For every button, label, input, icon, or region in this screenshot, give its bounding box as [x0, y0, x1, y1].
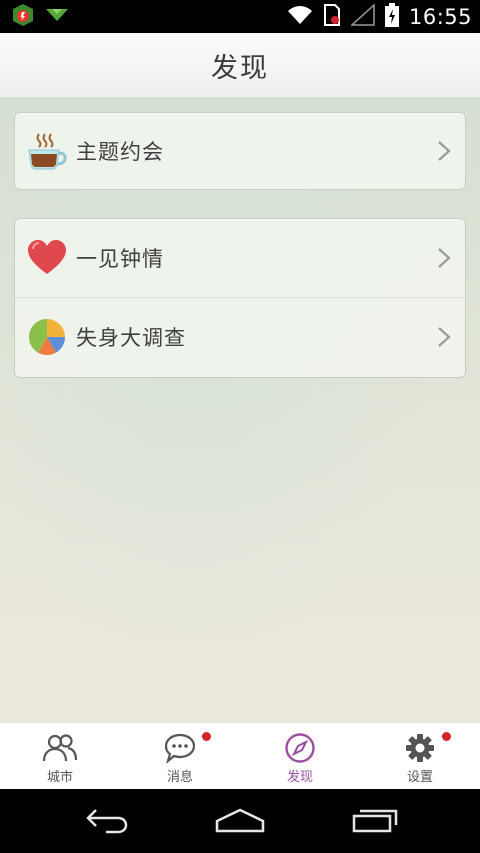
back-icon [82, 806, 130, 838]
chevron-right-icon [438, 248, 451, 268]
menu-group-1: 主题约会 [14, 112, 466, 190]
home-button[interactable] [210, 807, 270, 837]
people-icon [42, 732, 78, 764]
back-button[interactable] [76, 807, 136, 837]
recents-icon [351, 807, 399, 837]
app-notification-icon [10, 2, 36, 32]
discover-content: 主题约会 一见钟情 失身大调查 [0, 97, 480, 722]
heart-icon [27, 238, 67, 278]
menu-item-theme-date[interactable]: 主题约会 [15, 113, 465, 189]
menu-item-love-at-first-sight[interactable]: 一见钟情 [15, 219, 465, 297]
tab-messages[interactable]: 消息 [120, 723, 240, 790]
tab-label: 消息 [166, 770, 193, 785]
pie-chart-icon [27, 317, 67, 357]
notification-badge [202, 732, 211, 741]
download-icon [44, 5, 70, 29]
sim-icon [323, 3, 341, 30]
coffee-cup-icon [27, 131, 67, 171]
phone-screen: 16:55 发现 主题约会 一见钟情 失身大调查 城市 消息 发现 设置 [0, 0, 480, 853]
tab-label: 城市 [46, 770, 73, 785]
tab-settings[interactable]: 设置 [360, 723, 480, 790]
menu-item-label: 一见钟情 [76, 247, 164, 271]
gear-icon [402, 732, 438, 764]
chevron-right-icon [438, 141, 451, 161]
tab-label: 发现 [286, 770, 313, 785]
battery-icon [384, 2, 399, 31]
bottom-tab-bar: 城市 消息 发现 设置 [0, 722, 480, 790]
signal-icon [350, 2, 375, 30]
tab-label: 设置 [406, 770, 433, 785]
tab-city[interactable]: 城市 [0, 723, 120, 790]
wifi-icon [287, 5, 313, 29]
tab-discover[interactable]: 发现 [240, 723, 360, 790]
page-title: 发现 [211, 52, 269, 84]
status-bar-system: 16:55 [287, 0, 472, 33]
compass-icon [282, 732, 318, 764]
app-header: 发现 [0, 33, 480, 98]
status-bar: 16:55 [0, 0, 480, 33]
menu-item-label: 失身大调查 [76, 326, 186, 350]
system-nav-bar [0, 789, 480, 853]
menu-item-label: 主题约会 [76, 140, 164, 164]
status-bar-notifications [10, 4, 70, 30]
chat-bubble-icon [162, 732, 198, 764]
menu-item-survey[interactable]: 失身大调查 [15, 297, 465, 376]
recents-button[interactable] [345, 807, 405, 837]
status-time: 16:55 [408, 4, 472, 29]
chevron-right-icon [438, 327, 451, 347]
notification-badge [442, 732, 451, 741]
home-icon [214, 807, 266, 837]
menu-group-2: 一见钟情 失身大调查 [14, 218, 466, 378]
